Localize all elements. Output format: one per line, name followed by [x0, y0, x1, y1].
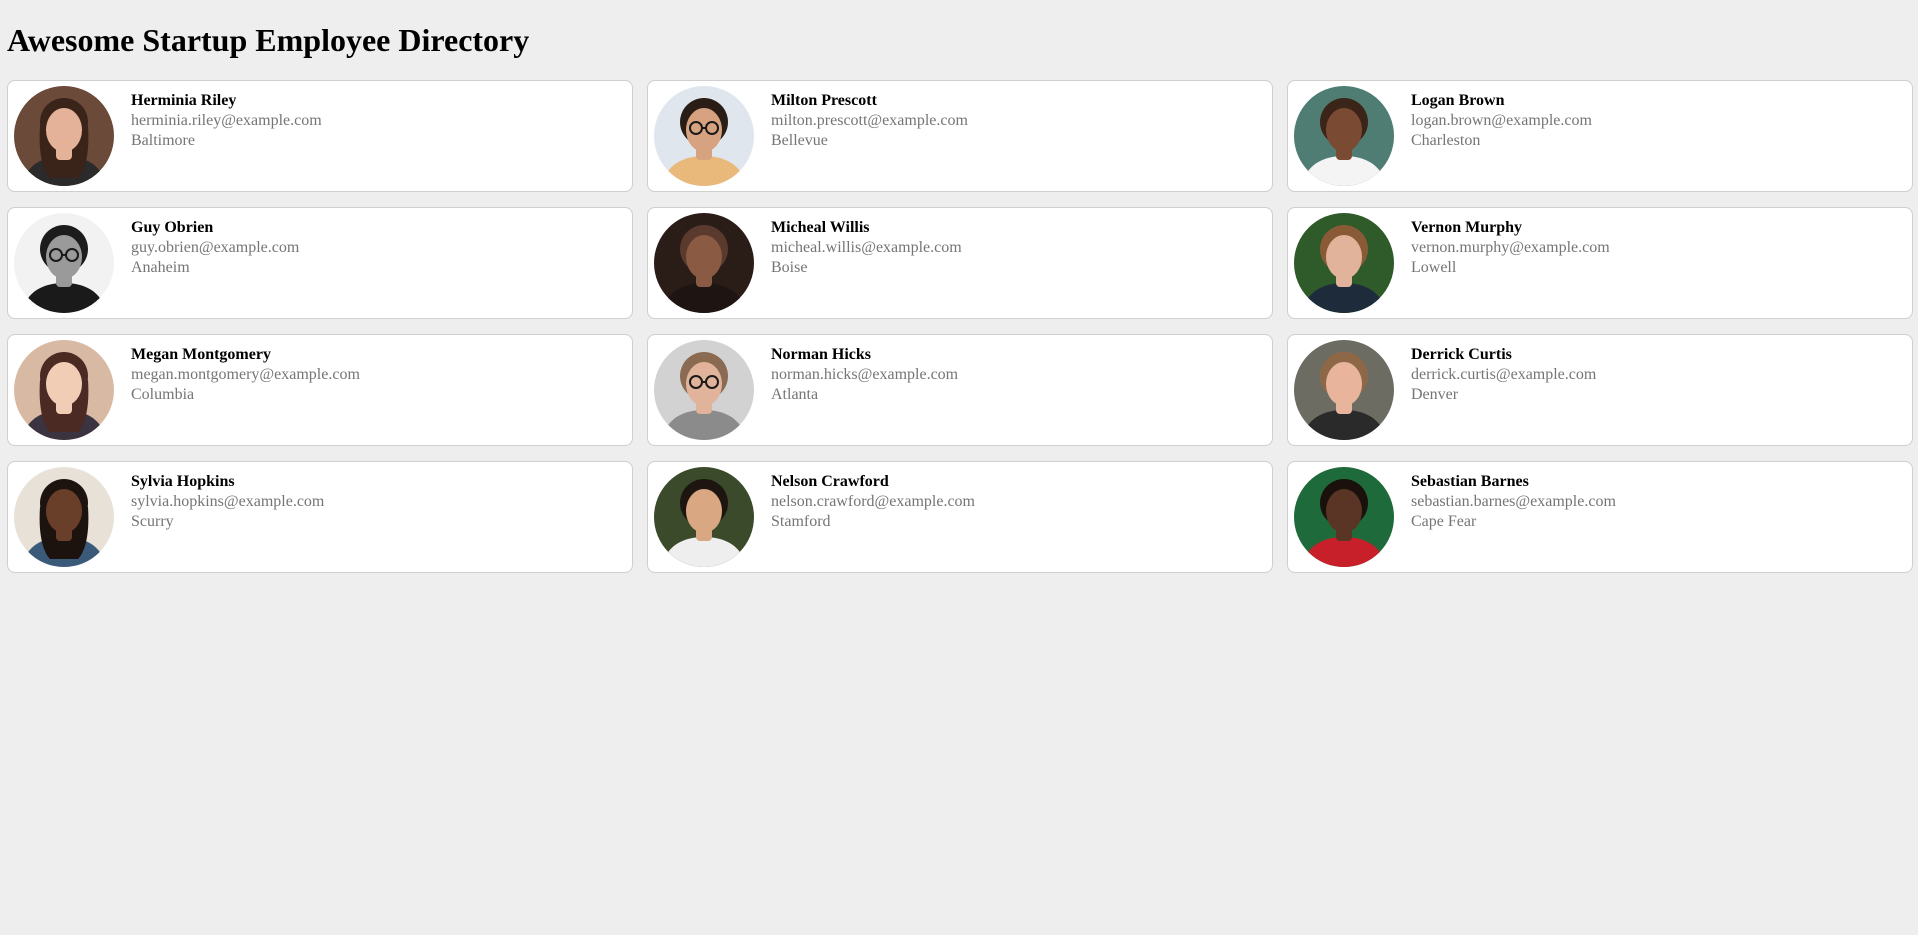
employee-city: Columbia: [131, 386, 195, 403]
employee-email: vernon.murphy@example.com: [1411, 239, 1610, 256]
avatar[interactable]: [654, 467, 754, 567]
portrait-man-icon: [1294, 86, 1394, 186]
employee-card[interactable]: Norman Hicks norman.hicks@example.com At…: [647, 334, 1273, 446]
employee-card[interactable]: Vernon Murphy vernon.murphy@example.com …: [1287, 207, 1913, 319]
employee-info: Milton Prescott milton.prescott@example.…: [771, 91, 968, 151]
employee-info: Vernon Murphy vernon.murphy@example.com …: [1411, 218, 1610, 278]
employee-email: sylvia.hopkins@example.com: [131, 493, 325, 510]
portrait-man-icon: [1294, 467, 1394, 567]
employee-info: Logan Brown logan.brown@example.com Char…: [1411, 91, 1592, 151]
employee-name: Sylvia Hopkins: [131, 473, 235, 490]
employee-card[interactable]: Sylvia Hopkins sylvia.hopkins@example.co…: [7, 461, 633, 573]
employee-grid: Herminia Riley herminia.riley@example.co…: [7, 80, 1913, 573]
employee-email: logan.brown@example.com: [1411, 112, 1592, 129]
avatar[interactable]: [14, 86, 114, 186]
employee-email: norman.hicks@example.com: [771, 366, 959, 383]
employee-name: Norman Hicks: [771, 346, 871, 363]
employee-info: Sylvia Hopkins sylvia.hopkins@example.co…: [131, 472, 324, 532]
employee-city: Anaheim: [131, 259, 190, 276]
employee-info: Derrick Curtis derrick.curtis@example.co…: [1411, 345, 1596, 405]
employee-city: Charleston: [1411, 132, 1481, 149]
employee-name: Nelson Crawford: [771, 473, 889, 490]
employee-name: Sebastian Barnes: [1411, 473, 1529, 490]
employee-info: Sebastian Barnes sebastian.barnes@exampl…: [1411, 472, 1616, 532]
avatar[interactable]: [654, 213, 754, 313]
employee-name: Micheal Willis: [771, 219, 870, 236]
employee-name: Milton Prescott: [771, 92, 877, 109]
employee-info: Micheal Willis micheal.willis@example.co…: [771, 218, 962, 278]
employee-city: Stamford: [771, 513, 831, 530]
portrait-woman-icon: [14, 340, 114, 440]
portrait-man-icon: [654, 213, 754, 313]
employee-card[interactable]: Guy Obrien guy.obrien@example.com Anahei…: [7, 207, 633, 319]
employee-email: milton.prescott@example.com: [771, 112, 968, 129]
employee-card[interactable]: Nelson Crawford nelson.crawford@example.…: [647, 461, 1273, 573]
employee-email: sebastian.barnes@example.com: [1411, 493, 1616, 510]
employee-email: nelson.crawford@example.com: [771, 493, 975, 510]
employee-city: Baltimore: [131, 132, 195, 149]
avatar[interactable]: [14, 340, 114, 440]
employee-name: Vernon Murphy: [1411, 219, 1522, 236]
employee-info: Norman Hicks norman.hicks@example.com At…: [771, 345, 958, 405]
portrait-man-glasses-icon: [14, 213, 114, 313]
portrait-man-icon: [1294, 340, 1394, 440]
employee-city: Cape Fear: [1411, 513, 1477, 530]
avatar[interactable]: [1294, 467, 1394, 567]
portrait-man-glasses-icon: [654, 340, 754, 440]
avatar[interactable]: [1294, 340, 1394, 440]
employee-email: derrick.curtis@example.com: [1411, 366, 1597, 383]
employee-card[interactable]: Sebastian Barnes sebastian.barnes@exampl…: [1287, 461, 1913, 573]
portrait-woman-icon: [14, 86, 114, 186]
employee-email: guy.obrien@example.com: [131, 239, 300, 256]
employee-card[interactable]: Derrick Curtis derrick.curtis@example.co…: [1287, 334, 1913, 446]
employee-info: Nelson Crawford nelson.crawford@example.…: [771, 472, 975, 532]
employee-city: Denver: [1411, 386, 1459, 403]
employee-name: Megan Montgomery: [131, 346, 271, 363]
employee-city: Atlanta: [771, 386, 819, 403]
employee-email: micheal.willis@example.com: [771, 239, 962, 256]
employee-email: herminia.riley@example.com: [131, 112, 322, 129]
employee-card[interactable]: Logan Brown logan.brown@example.com Char…: [1287, 80, 1913, 192]
portrait-man-icon: [654, 467, 754, 567]
avatar[interactable]: [654, 86, 754, 186]
employee-city: Scurry: [131, 513, 174, 530]
employee-card[interactable]: Milton Prescott milton.prescott@example.…: [647, 80, 1273, 192]
employee-card[interactable]: Micheal Willis micheal.willis@example.co…: [647, 207, 1273, 319]
employee-city: Bellevue: [771, 132, 828, 149]
employee-city: Boise: [771, 259, 808, 276]
employee-name: Herminia Riley: [131, 92, 237, 109]
avatar[interactable]: [14, 467, 114, 567]
employee-city: Lowell: [1411, 259, 1457, 276]
employee-name: Guy Obrien: [131, 219, 214, 236]
employee-email: megan.montgomery@example.com: [131, 366, 360, 383]
employee-info: Megan Montgomery megan.montgomery@exampl…: [131, 345, 360, 405]
portrait-woman-icon: [14, 467, 114, 567]
employee-name: Derrick Curtis: [1411, 346, 1512, 363]
avatar[interactable]: [654, 340, 754, 440]
avatar[interactable]: [14, 213, 114, 313]
portrait-man-glasses-icon: [654, 86, 754, 186]
employee-name: Logan Brown: [1411, 92, 1505, 109]
employee-info: Guy Obrien guy.obrien@example.com Anahei…: [131, 218, 299, 278]
directory-page: Awesome Startup Employee Directory Hermi…: [0, 0, 1918, 935]
employee-card[interactable]: Herminia Riley herminia.riley@example.co…: [7, 80, 633, 192]
page-title: Awesome Startup Employee Directory: [7, 22, 530, 58]
employee-info: Herminia Riley herminia.riley@example.co…: [131, 91, 322, 151]
avatar[interactable]: [1294, 213, 1394, 313]
avatar[interactable]: [1294, 86, 1394, 186]
employee-card[interactable]: Megan Montgomery megan.montgomery@exampl…: [7, 334, 633, 446]
portrait-man-icon: [1294, 213, 1394, 313]
